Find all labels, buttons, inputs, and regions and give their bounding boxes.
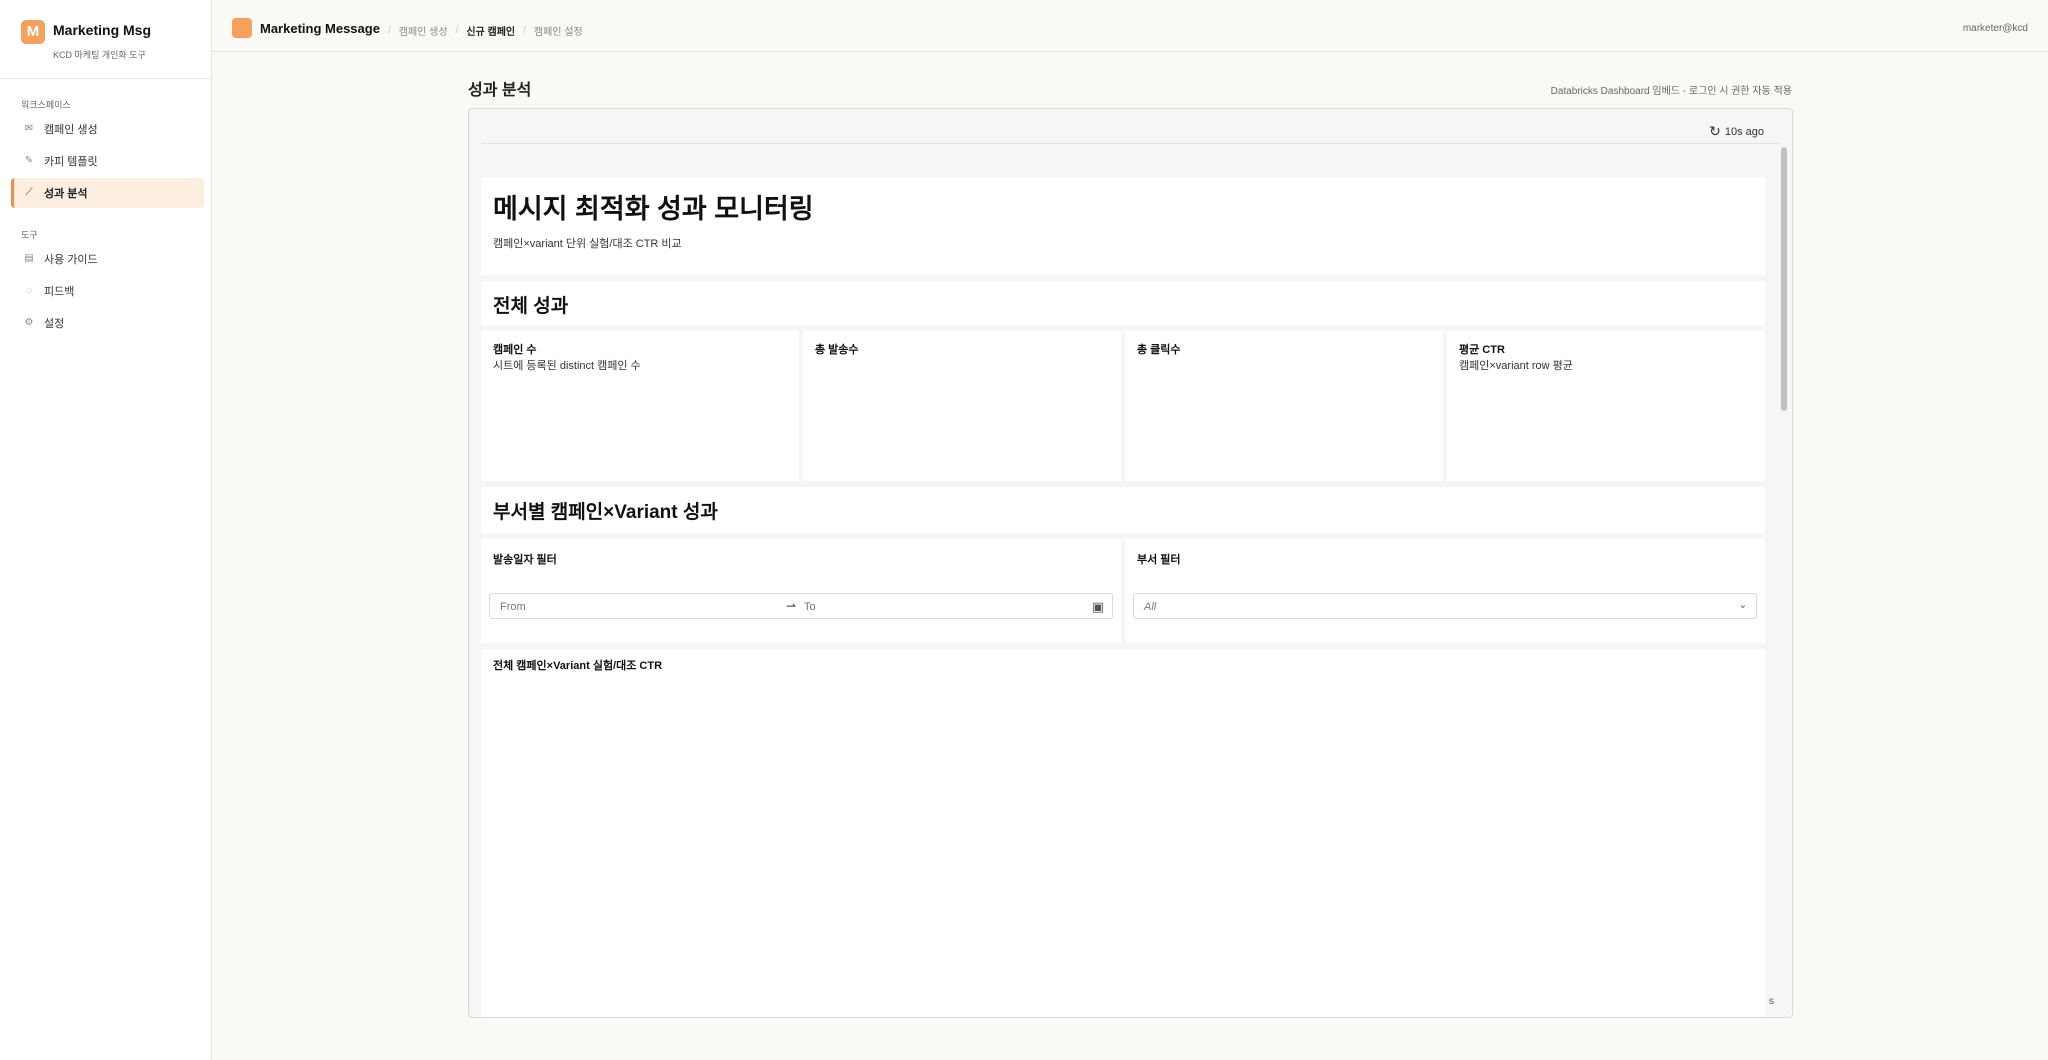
topbar: Marketing Message / 캠페인 생성 / 신규 캠페인 / 캠페…	[212, 4, 2048, 52]
sidebar-item-label: 피드백	[44, 286, 75, 298]
date-filter-card: 발송일자 필터 From ⇀ To ▣	[481, 539, 1121, 643]
kpi-card-total-clicks: 총 클릭수	[1125, 331, 1443, 481]
breadcrumb-item-new-campaign[interactable]: 신규 캠페인	[466, 23, 515, 38]
embed-note: Databricks Dashboard 임베드 - 로그인 시 권한 자동 적…	[1550, 86, 1792, 97]
brand-subtitle: KCD 마케팅 개인화 도구	[53, 50, 146, 60]
dashboard-title-card: 메시지 최적화 성과 모니터링 캠페인×variant 단위 실험/대조 CTR…	[481, 177, 1765, 275]
brand-logo: M	[21, 20, 45, 44]
refresh-button[interactable]: ↻ 10s ago	[1709, 123, 1764, 140]
kpi-label: 평균 CTR	[1459, 344, 1505, 356]
breadcrumb-item-campaign-settings[interactable]: 캠페인 설정	[534, 23, 583, 38]
kpi-card-campaign-count: 캠페인 수 시트에 등록된 distinct 캠페인 수	[481, 331, 799, 481]
kpi-card-total-sent: 총 발송수	[803, 331, 1121, 481]
dashboard-embed: ↻ 10s ago 메시지 최적화 성과 모니터링 캠페인×variant 단위…	[468, 108, 1793, 1018]
filter-label: 부서 필터	[1137, 554, 1181, 566]
section-header-overall: 전체 성과	[481, 281, 1765, 325]
breadcrumb-item-campaign-create[interactable]: 캠페인 생성	[399, 23, 448, 38]
dashboard-title: 메시지 최적화 성과 모니터링	[493, 194, 814, 224]
section-label-workspace: 워크스페이스	[21, 100, 71, 110]
kpi-label: 총 발송수	[815, 344, 859, 356]
breadcrumb-separator: /	[523, 25, 526, 36]
section-label-tools: 도구	[21, 230, 38, 240]
gear-icon: ⚙	[24, 317, 34, 328]
sidebar-item-label: 캠페인 생성	[44, 124, 98, 136]
sidebar-item-label: 사용 가이드	[44, 254, 98, 266]
date-range-input[interactable]: From ⇀ To ▣	[489, 593, 1113, 619]
breadcrumb-separator: /	[455, 25, 459, 36]
sidebar: M Marketing Msg KCD 마케팅 개인화 도구 워크스페이스 ✉ …	[0, 0, 212, 1060]
user-account[interactable]: marketer@kcd	[1963, 23, 2028, 34]
section-title: 전체 성과	[493, 296, 569, 317]
memo-icon: ✎	[24, 155, 34, 166]
refresh-icon: ↻	[1709, 123, 1721, 139]
sidebar-item-performance[interactable]: ⟋ 성과 분석	[11, 178, 204, 208]
corner-text: s	[1769, 996, 1774, 1007]
dept-select-value: All	[1144, 601, 1157, 613]
kpi-label: 캠페인 수	[493, 344, 537, 356]
brand[interactable]: M Marketing Msg KCD 마케팅 개인화 도구	[21, 20, 201, 60]
scrollbar-thumb[interactable]	[1781, 147, 1787, 411]
section-title: 부서별 캠페인×Variant 성과	[493, 502, 718, 523]
kpi-description: 시트에 등록된 distinct 캠페인 수	[493, 360, 641, 372]
divider	[481, 143, 1780, 144]
date-to-placeholder[interactable]: To	[804, 601, 816, 613]
kpi-description: 캠페인×variant row 평균	[1459, 360, 1573, 372]
dashboard-subtitle: 캠페인×variant 단위 실험/대조 CTR 비교	[493, 238, 682, 250]
dept-select[interactable]: All ⌄	[1133, 593, 1757, 619]
dept-filter-card: 부서 필터 All ⌄	[1125, 539, 1765, 643]
breadcrumb: / 캠페인 생성 / 신규 캠페인 / 캠페인 설정	[380, 23, 583, 38]
sidebar-item-copy-templates[interactable]: ✎ 카피 템플릿	[11, 146, 204, 176]
app-title: Marketing Message	[260, 21, 380, 36]
sidebar-item-label: 설정	[44, 318, 65, 330]
sidebar-item-label: 성과 분석	[44, 188, 88, 200]
sidebar-item-feedback[interactable]: ◌ 피드백	[11, 276, 204, 306]
chart-icon: ⟋	[25, 187, 33, 198]
speech-bubble-icon: ◌	[26, 285, 32, 296]
page-title: 성과 분석	[468, 82, 532, 99]
book-icon: ▤	[24, 253, 34, 264]
sidebar-item-guide[interactable]: ▤ 사용 가이드	[11, 244, 204, 274]
brand-name: Marketing Msg	[53, 22, 152, 38]
arrow-right-icon: ⇀	[786, 599, 797, 613]
sidebar-item-label: 카피 템플릿	[44, 156, 98, 168]
kpi-label: 총 클릭수	[1137, 344, 1181, 356]
chevron-down-icon: ⌄	[1738, 600, 1747, 611]
sidebar-item-settings[interactable]: ⚙ 설정	[11, 308, 204, 338]
refresh-label: 10s ago	[1724, 125, 1764, 138]
kpi-card-avg-ctr: 평균 CTR 캠페인×variant row 평균	[1447, 331, 1765, 481]
campaign-variant-table-card: 전체 캠페인×Variant 실험/대조 CTR	[481, 649, 1765, 1017]
sidebar-item-campaign-create[interactable]: ✉ 캠페인 생성	[11, 114, 204, 144]
table-title: 전체 캠페인×Variant 실험/대조 CTR	[493, 660, 663, 672]
filter-label: 발송일자 필터	[493, 554, 557, 566]
calendar-icon[interactable]: ▣	[1092, 599, 1104, 615]
sidebar-divider	[0, 78, 211, 79]
app-logo	[232, 18, 252, 38]
date-from-placeholder[interactable]: From	[500, 601, 526, 613]
envelope-icon: ✉	[24, 123, 34, 134]
breadcrumb-separator: /	[388, 25, 391, 36]
section-header-dept: 부서별 캠페인×Variant 성과	[481, 487, 1765, 533]
